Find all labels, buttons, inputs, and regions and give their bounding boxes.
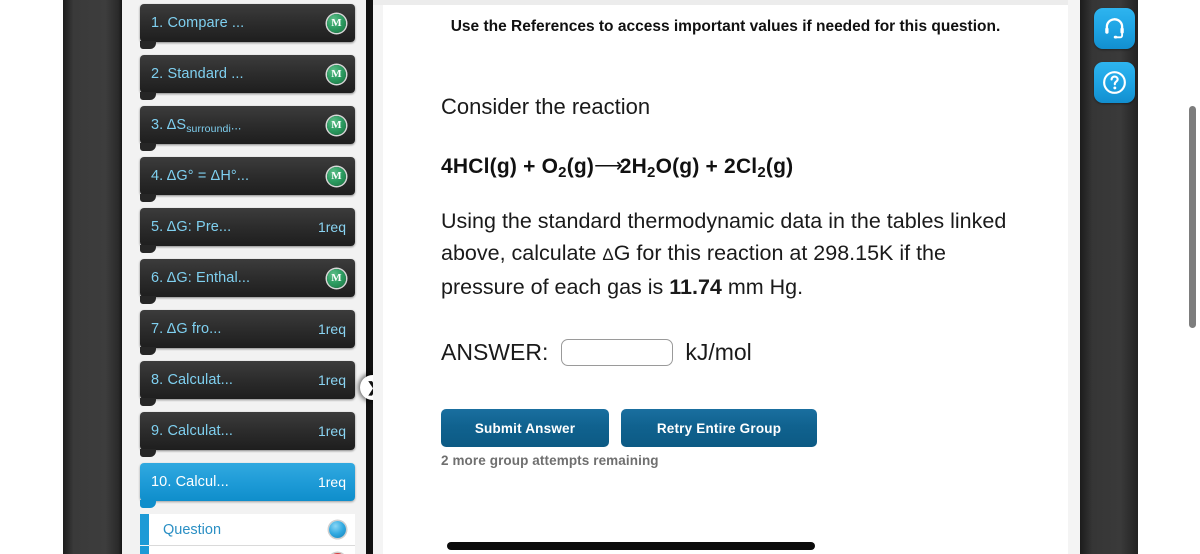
mastery-badge-icon: M: [327, 13, 346, 33]
sidebar-item-6[interactable]: 6. ΔG: Enthal... M: [140, 259, 355, 304]
chemical-equation: 4HCl(g) + O2(g)⟶2H2O(g) + 2Cl2(g): [441, 154, 1010, 181]
reaction-arrow-icon: ⟶: [594, 155, 623, 177]
sidebar-item-9-required-count: 1req: [317, 423, 346, 439]
sidebar-item-2[interactable]: 2. Standard ... M: [140, 55, 355, 100]
sidebar-item-5-label: 5. ΔG: Pre...: [151, 219, 232, 235]
sidebar-item-4-label: 4. ΔG° = ΔH°...: [151, 168, 250, 184]
sidebar-item-3-label: 3. ΔSsurroundi⋯: [151, 117, 242, 133]
sidebar-item-1-label: 1. Compare ...: [151, 15, 245, 31]
sidebar-subitem-question-1[interactable]: Question: [140, 514, 355, 546]
sidebar-item-3[interactable]: 3. ΔSsurroundi⋯ M: [140, 106, 355, 151]
equation-sub-h2: 2: [647, 164, 656, 181]
selection-overlay-bar: [447, 542, 815, 550]
mastery-badge-icon: M: [327, 115, 346, 135]
pressure-value: 11.74: [669, 275, 722, 299]
sidebar-item-10-required-count: 1req: [317, 474, 346, 490]
sidebar-items-container: 1. Compare ... M 2. Standard ... M 3. ΔS…: [122, 0, 363, 554]
mastery-badge-icon: M: [327, 166, 346, 186]
sidebar-item-7-label: 7. ΔG fro...: [151, 321, 222, 337]
left-dark-rail: [63, 0, 122, 554]
sidebar-item-10-label: 10. Calcul...: [151, 474, 229, 490]
sidebar-item-8-required-count: 1req: [317, 372, 346, 388]
equation-sub-o2: 2: [558, 164, 567, 181]
sidebar-item-7-required-count: 1req: [317, 321, 346, 337]
instructions-part-c: mm Hg.: [721, 275, 804, 299]
answer-row: ANSWER: kJ/mol: [441, 339, 1010, 366]
equation-product-mid: O(g) + 2Cl: [655, 155, 758, 178]
page-scrollbar-thumb[interactable]: [1189, 106, 1196, 328]
sidebar-subitem-question-2[interactable]: Question ✕: [140, 546, 355, 554]
mastery-badge-icon: M: [327, 268, 346, 288]
sidebar-item-5[interactable]: 5. ΔG: Pre... 1req: [140, 208, 355, 253]
equation-product-h2o-pre: 2H: [619, 155, 648, 178]
delta-symbol: Δ: [602, 245, 614, 264]
equation-sub-cl2: 2: [757, 164, 766, 181]
attempts-remaining-text: 2 more group attempts remaining: [441, 453, 659, 468]
sidebar-subitem-1-label: Question: [163, 521, 222, 538]
equation-o2-state: (g): [566, 155, 595, 178]
headset-icon: [1105, 18, 1124, 39]
question-panel: Use the References to access important v…: [373, 0, 1068, 554]
references-note: Use the References to access important v…: [450, 18, 1001, 35]
panel-divider: [366, 0, 373, 554]
sidebar-item-8[interactable]: 8. Calculat... 1req: [140, 361, 355, 406]
action-button-row: Submit Answer Retry Entire Group: [441, 409, 1010, 447]
answer-input[interactable]: [561, 339, 674, 366]
sidebar-item-9-label: 9. Calculat...: [151, 423, 234, 439]
equation-cl2-state: (g): [765, 155, 794, 178]
sidebar-item-4[interactable]: 4. ΔG° = ΔH°... M: [140, 157, 355, 202]
mastery-badge-icon: M: [327, 64, 346, 84]
sidebar-item-9[interactable]: 9. Calculat... 1req: [140, 412, 355, 457]
prompt-line: Consider the reaction: [441, 94, 651, 119]
question-content: Use the References to access important v…: [383, 5, 1068, 554]
help-button[interactable]: [1094, 62, 1135, 103]
sidebar-item-8-label: 8. Calculat...: [151, 372, 234, 388]
question-mark-icon: [1103, 71, 1126, 94]
retry-entire-group-button[interactable]: Retry Entire Group: [621, 409, 817, 447]
submit-answer-button[interactable]: Submit Answer: [441, 409, 609, 447]
sidebar-item-7[interactable]: 7. ΔG fro... 1req: [140, 310, 355, 355]
right-gutter: [1068, 0, 1080, 554]
answer-units-label: kJ/mol: [685, 339, 752, 365]
answer-label: ANSWER:: [441, 339, 549, 365]
status-current-icon: [329, 521, 346, 538]
sidebar-item-6-label: 6. ΔG: Enthal...: [151, 270, 251, 286]
sidebar-item-10[interactable]: 10. Calcul... 1req: [140, 463, 355, 508]
left-gutter: [0, 0, 63, 554]
sidebar-item-2-label: 2. Standard ...: [151, 66, 244, 82]
panel-left-edge: [373, 5, 383, 554]
equation-reactant-hcl: 4HCl(g) + O: [441, 155, 559, 178]
sidebar-item-1[interactable]: 1. Compare ... M: [140, 4, 355, 49]
support-button[interactable]: [1094, 8, 1135, 49]
question-instructions: Using the standard thermodynamic data in…: [441, 205, 1010, 303]
question-list-sidebar: 1. Compare ... M 2. Standard ... M 3. ΔS…: [122, 0, 363, 554]
question-body: Consider the reaction 4HCl(g) + O2(g)⟶2H…: [383, 93, 1068, 468]
sidebar-item-5-required-count: 1req: [317, 219, 346, 235]
